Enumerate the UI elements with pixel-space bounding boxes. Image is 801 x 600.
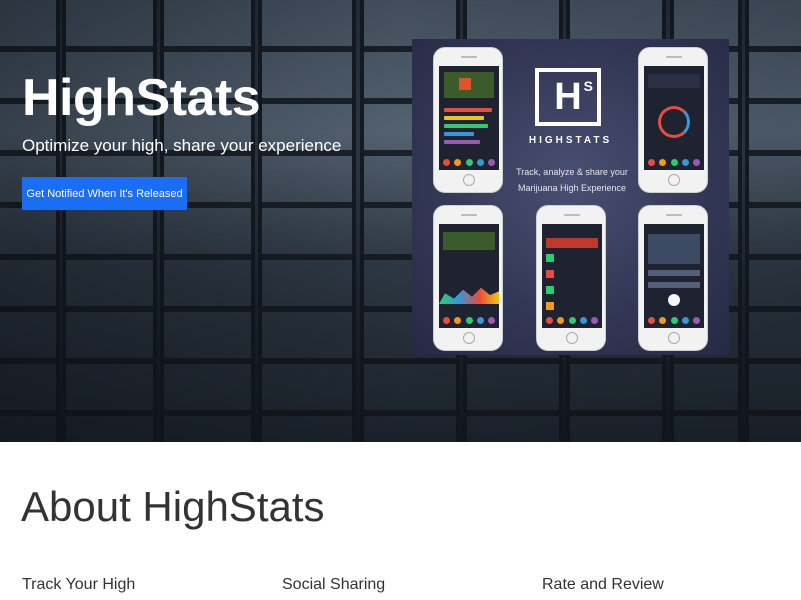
get-notified-button[interactable]: Get Notified When It's Released bbox=[22, 177, 187, 210]
feature-rate-and-review: Rate and Review bbox=[542, 576, 664, 593]
phone-mockup bbox=[638, 47, 708, 193]
phone-mockup bbox=[433, 205, 503, 351]
hero-tagline: Optimize your high, share your experienc… bbox=[22, 136, 342, 155]
phone-mockup bbox=[433, 47, 503, 193]
app-promo-image: HS HIGHSTATS Track, analyze & share your… bbox=[412, 39, 729, 355]
about-heading: About HighStats bbox=[21, 483, 325, 530]
feature-track-your-high: Track Your High bbox=[22, 576, 136, 593]
promo-wordmark: HIGHSTATS bbox=[528, 135, 613, 146]
phone-mockup bbox=[536, 205, 606, 351]
phone-mockup bbox=[638, 205, 708, 351]
highstats-logo: HS bbox=[535, 68, 601, 126]
feature-social-sharing: Social Sharing bbox=[282, 576, 386, 593]
hero-section: HighStats Optimize your high, share your… bbox=[0, 0, 801, 442]
hero-title: HighStats bbox=[22, 69, 261, 127]
promo-tagline: Track, analyze & share your Marijuana Hi… bbox=[516, 167, 628, 193]
